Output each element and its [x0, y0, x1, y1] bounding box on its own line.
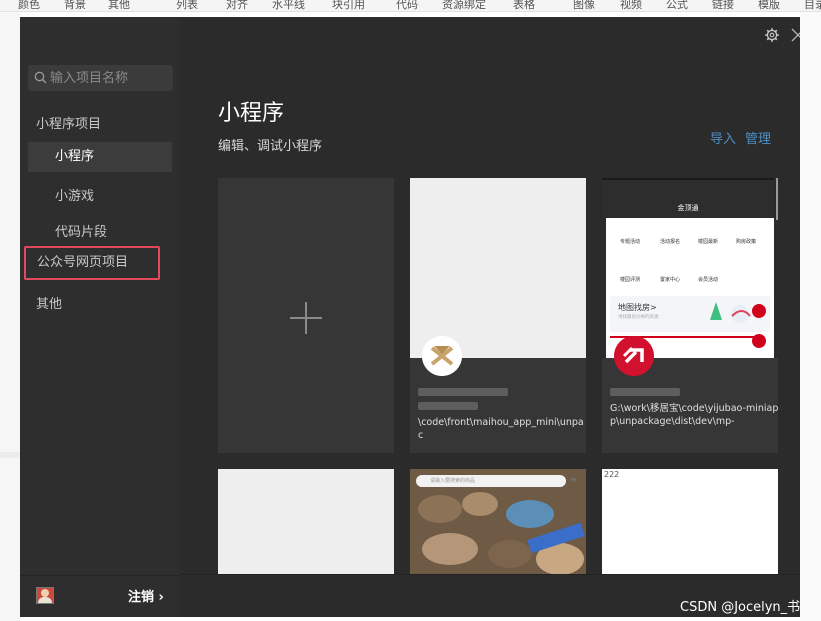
thumb-phone-icon	[752, 334, 766, 348]
nav-miniprogram[interactable]: 小程序	[28, 142, 172, 172]
menu-item[interactable]: 背景	[64, 0, 86, 11]
editor-menu-bar: 颜色 背景 其他 列表 对齐 水平线 块引用 代码 资源绑定 表格 图像 视频 …	[0, 0, 821, 12]
project-card[interactable]: 金顶通 专题活动 活动报名 楼园最新 购房政策 楼园评测 置家中心 会员活动 地…	[602, 178, 778, 453]
blurred-name	[418, 388, 508, 396]
thumb-menu-item: 购房政策	[736, 239, 757, 245]
project-logo	[614, 336, 654, 376]
menu-item[interactable]: 其他	[108, 0, 130, 11]
menu-item[interactable]: 图像	[573, 0, 595, 11]
nav-official-account-web[interactable]: 公众号网页项目	[24, 246, 160, 280]
avatar-head	[41, 589, 49, 597]
thumb-menu-item: 活动报名	[660, 239, 681, 245]
project-card[interactable]: 222	[602, 469, 778, 579]
page-subtitle: 编辑、调试小程序	[218, 139, 323, 154]
thumb-search-bar: 请输入要搜索的商品	[416, 475, 566, 487]
thumb-header: 金顶通	[602, 178, 774, 218]
menu-item[interactable]: 目录	[804, 0, 821, 11]
menu-item[interactable]: 水平线	[272, 0, 305, 11]
menu-icon: ≡	[570, 475, 577, 484]
menu-item[interactable]: 资源绑定	[442, 0, 486, 11]
gold-logo-icon	[422, 336, 462, 376]
menu-item[interactable]: 对齐	[226, 0, 248, 11]
new-project-card[interactable]	[218, 178, 394, 453]
project-card[interactable]	[218, 469, 394, 579]
nav-minigame[interactable]: 小游戏	[55, 185, 94, 204]
search-box[interactable]	[28, 65, 173, 91]
red-logo-icon	[614, 336, 654, 376]
menu-item[interactable]: 列表	[176, 0, 198, 11]
search-icon	[34, 71, 47, 84]
thumb-menu-item: 置家中心	[660, 277, 681, 283]
menu-item[interactable]: 代码	[396, 0, 418, 11]
thumb-menu-item: 楼园评测	[620, 277, 641, 283]
logout-button[interactable]: 注销 ›	[128, 586, 164, 605]
thumb-top-bar	[602, 178, 774, 180]
thumb-scrollbar	[776, 178, 778, 220]
editor-right-gutter	[800, 12, 821, 621]
menu-item[interactable]: 模版	[758, 0, 780, 11]
search-input[interactable]	[50, 68, 168, 88]
plus-icon-vertical	[305, 302, 307, 334]
menu-item[interactable]: 链接	[712, 0, 734, 11]
nav-miniprogram-projects[interactable]: 小程序项目	[36, 113, 101, 132]
thumb-map-banner: 地图找房> 寻找最优价格的房源	[610, 296, 770, 332]
sidebar: 小程序项目 小程序 小游戏 代码片段 公众号网页项目 其他 注销 ›	[20, 17, 180, 617]
thumb-menu-item: 专题活动	[620, 239, 641, 245]
project-path: G:\work\移居宝\code\yijubao-miniapp\unpacka…	[610, 403, 778, 427]
editor-left-gutter	[0, 12, 20, 621]
project-dialog: 小程序项目 小程序 小游戏 代码片段 公众号网页项目 其他 注销 ›	[20, 17, 800, 617]
thumb-label: 222	[604, 470, 620, 479]
gear-icon[interactable]	[764, 27, 780, 43]
project-card[interactable]: \code\front\maihou_app_mini\unpac	[410, 178, 586, 453]
main-panel: 小程序 编辑、调试小程序 导入 管理 \code\front\maihou_ap…	[180, 17, 800, 617]
manage-link[interactable]: 管理	[745, 128, 771, 147]
page-title: 小程序	[218, 101, 285, 126]
avatar[interactable]	[36, 587, 54, 604]
menu-item[interactable]: 公式	[666, 0, 688, 11]
blurred-name	[610, 388, 680, 396]
blurred-name	[418, 402, 478, 410]
thumb-phone-icon	[752, 304, 766, 318]
menu-item[interactable]: 块引用	[332, 0, 365, 11]
thumb-menu-item: 会员活动	[698, 277, 719, 283]
sidebar-footer: 注销 ›	[20, 575, 180, 617]
watermark: CSDN @Jocelyn_书	[680, 600, 801, 615]
nav-code-snippets[interactable]: 代码片段	[55, 221, 107, 240]
project-card[interactable]: 请输入要搜索的商品 ≡	[410, 469, 586, 579]
thumb-map-title: 地图找房>	[618, 303, 657, 312]
menu-item[interactable]: 颜色	[18, 0, 40, 11]
project-path: \code\front\maihou_app_mini\unpac	[418, 417, 584, 441]
nav-other[interactable]: 其他	[36, 293, 62, 312]
gutter-mark	[0, 452, 20, 458]
project-logo	[422, 336, 462, 376]
close-icon[interactable]	[790, 27, 800, 43]
menu-item[interactable]: 表格	[513, 0, 535, 11]
avatar-body	[38, 597, 52, 603]
project-thumbnail: 金顶通 专题活动 活动报名 楼园最新 购房政策 楼园评测 置家中心 会员活动 地…	[602, 178, 778, 358]
thumb-title: 金顶通	[677, 204, 699, 212]
thumb-menu-item: 楼园最新	[698, 239, 719, 245]
project-thumbnail	[410, 178, 586, 358]
import-link[interactable]: 导入	[710, 128, 736, 147]
menu-item[interactable]: 视频	[620, 0, 642, 11]
thumb-map-subtitle: 寻找最优价格的房源	[618, 315, 659, 320]
